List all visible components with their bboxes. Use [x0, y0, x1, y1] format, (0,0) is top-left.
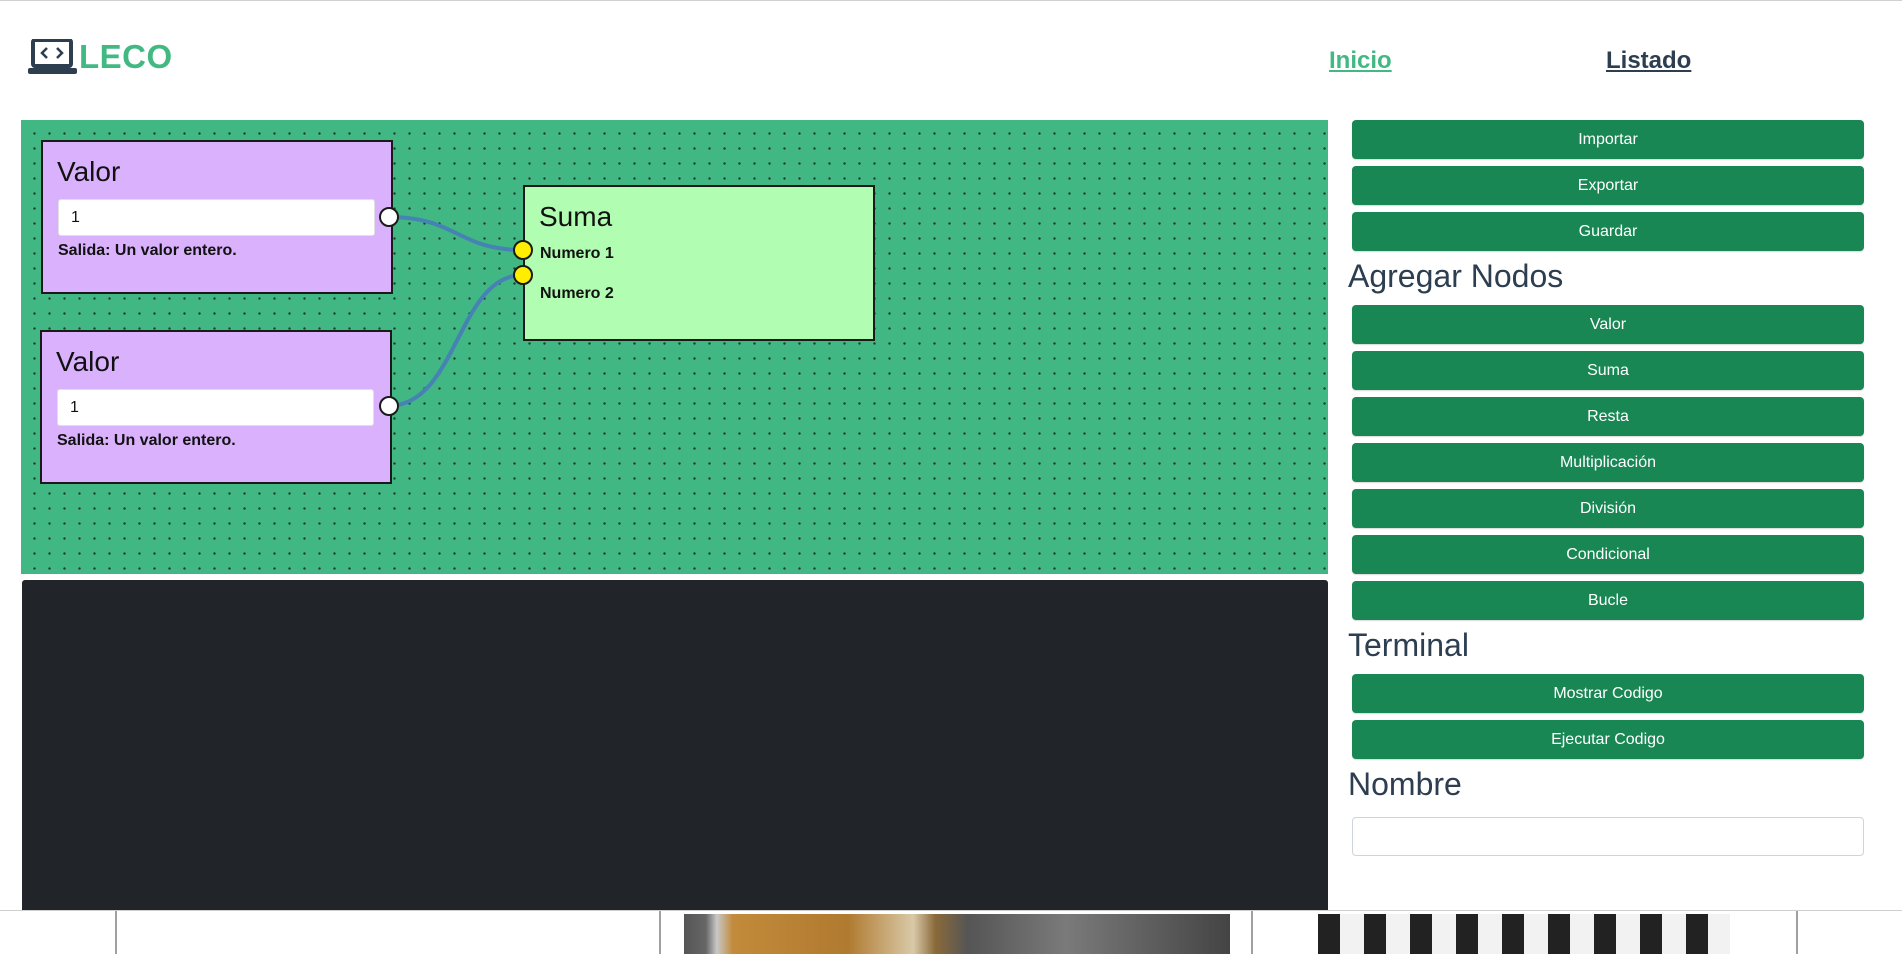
add-condicional-button[interactable]: Condicional: [1352, 535, 1864, 574]
card-divider: [1251, 911, 1253, 954]
card-divider: [115, 911, 117, 954]
card-divider: [659, 911, 661, 954]
terminal-title: Terminal: [1348, 627, 1469, 663]
top-border: [0, 0, 1902, 1]
nav-listado-link[interactable]: Listado: [1606, 47, 1691, 75]
card-divider: [1796, 911, 1798, 954]
mostrar-codigo-button[interactable]: Mostrar Codigo: [1352, 674, 1864, 713]
valor-input[interactable]: 1: [57, 389, 374, 426]
valor-node-1[interactable]: Valor 1 Salida: Un valor entero.: [41, 140, 399, 294]
nav-inicio-link[interactable]: Inicio: [1329, 47, 1392, 75]
add-division-button[interactable]: División: [1352, 489, 1864, 528]
connection-wire-2: [387, 273, 524, 408]
node-title: Valor: [57, 156, 121, 187]
node-description: Salida: Un valor entero.: [58, 242, 237, 259]
suma-node[interactable]: Suma Numero 1 Numero 2: [513, 185, 875, 341]
connection-wire-1: [387, 215, 524, 252]
nombre-input[interactable]: [1352, 817, 1864, 856]
output-port[interactable]: [379, 207, 399, 227]
input-port-2[interactable]: [513, 265, 533, 285]
valor-input[interactable]: 1: [58, 199, 375, 236]
node-editor-canvas[interactable]: Valor 1 Salida: Un valor entero. Valor 1…: [21, 120, 1328, 574]
input-label-1: Numero 1: [540, 245, 614, 262]
input-label-2: Numero 2: [540, 285, 614, 302]
agregar-nodos-title: Agregar Nodos: [1348, 258, 1564, 294]
card-thumbnail-image[interactable]: [684, 914, 1230, 954]
listado-preview-strip: [0, 911, 1902, 954]
guardar-button[interactable]: Guardar: [1352, 212, 1864, 251]
laptop-code-icon: [28, 39, 77, 74]
add-suma-button[interactable]: Suma: [1352, 351, 1864, 390]
terminal-output: [22, 580, 1328, 912]
valor-node-2[interactable]: Valor 1 Salida: Un valor entero.: [40, 330, 399, 484]
add-multiplicacion-button[interactable]: Multiplicación: [1352, 443, 1864, 482]
node-description: Salida: Un valor entero.: [57, 432, 236, 449]
card-thumbnail-image[interactable]: [1318, 914, 1730, 954]
exportar-button[interactable]: Exportar: [1352, 166, 1864, 205]
importar-button[interactable]: Importar: [1352, 120, 1864, 159]
add-resta-button[interactable]: Resta: [1352, 397, 1864, 436]
nombre-title: Nombre: [1348, 766, 1462, 802]
sidebar: Importar Exportar Guardar Agregar Nodos …: [1348, 120, 1868, 856]
node-title: Valor: [56, 346, 120, 377]
output-port[interactable]: [379, 396, 399, 416]
logo[interactable]: LECO: [27, 38, 173, 76]
logo-text: LECO: [79, 38, 173, 75]
add-bucle-button[interactable]: Bucle: [1352, 581, 1864, 620]
add-valor-button[interactable]: Valor: [1352, 305, 1864, 344]
ejecutar-codigo-button[interactable]: Ejecutar Codigo: [1352, 720, 1864, 759]
input-port-1[interactable]: [513, 240, 533, 260]
node-title: Suma: [539, 201, 613, 232]
